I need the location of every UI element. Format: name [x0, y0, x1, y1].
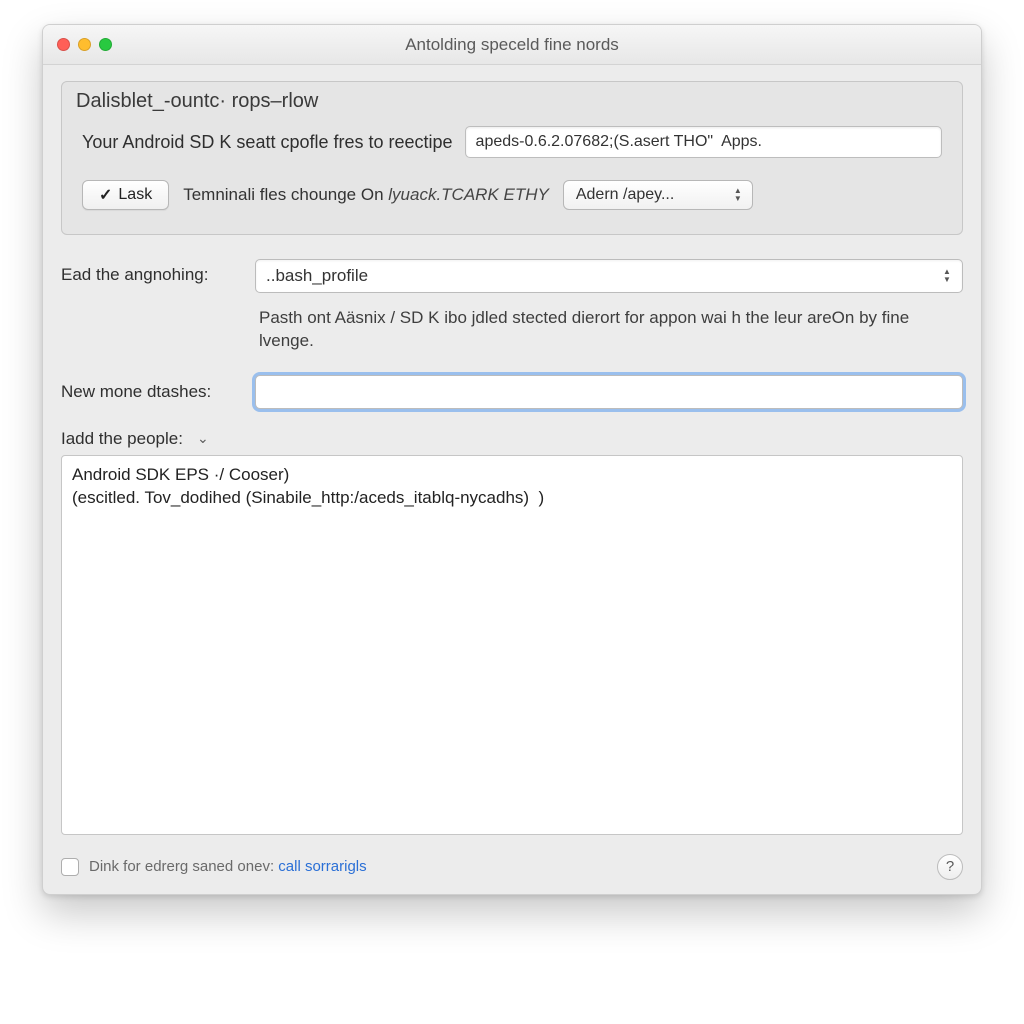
help-icon: ?	[946, 858, 954, 875]
settings-group: Dalisblet_-ountc· rops–rlow Your Android…	[61, 81, 963, 235]
sdk-row: Your Android SD K seatt cpofle fres to r…	[82, 126, 942, 158]
footer: Dink for edrerg saned onev: call sorrari…	[61, 840, 963, 880]
zoom-icon[interactable]	[99, 38, 112, 51]
ead-input[interactable]	[255, 259, 963, 293]
terminal-text-mono: lyuack.TCARK ETHY	[388, 185, 549, 204]
footer-text: Dink for edrerg saned onev: call sorrari…	[89, 858, 367, 875]
stepper-arrows-icon: ▲▼	[730, 185, 746, 205]
new-row: New mone dtashes:	[61, 375, 963, 409]
ead-combo[interactable]: ▲▼	[255, 259, 963, 293]
helper-row: Pasth ont Aäsnix / SD K ibo jdled stecte…	[61, 301, 963, 367]
stepper-arrows-icon: ▲▼	[939, 266, 955, 286]
disclosure-row: Iadd the people: ⌄	[61, 429, 963, 449]
disclosure-label: Iadd the people:	[61, 429, 183, 449]
help-button[interactable]: ?	[937, 854, 963, 880]
titlebar: Antolding speceld fine nords	[43, 25, 981, 65]
group-legend: Dalisblet_-ountc· rops–rlow	[76, 90, 318, 113]
footer-checkbox[interactable]	[61, 858, 79, 876]
terminal-text-plain: Temninali fles chounge On	[183, 185, 388, 204]
close-icon[interactable]	[57, 38, 70, 51]
dialog-window: Antolding speceld fine nords Dalisblet_-…	[42, 24, 982, 895]
minimize-icon[interactable]	[78, 38, 91, 51]
new-label: New mone dtashes:	[61, 382, 245, 402]
chevron-down-icon[interactable]: ⌄	[197, 430, 209, 447]
footer-text-prefix: Dink for edrerg saned onev:	[89, 858, 278, 875]
output-textarea[interactable]	[61, 455, 963, 835]
ead-row: Ead the angnohing: ▲▼	[61, 259, 963, 293]
new-input[interactable]	[255, 375, 963, 409]
lask-button[interactable]: ✓ Lask	[82, 180, 169, 210]
helper-spacer	[61, 301, 245, 307]
adem-select[interactable]: Adern /apey... ▲▼	[563, 180, 753, 210]
helper-text: Pasth ont Aäsnix / SD K ibo jdled stecte…	[255, 301, 963, 367]
adem-select-value: Adern /apey...	[576, 186, 674, 204]
traffic-lights	[43, 38, 112, 51]
terminal-row: ✓ Lask Temninali fles chounge On lyuack.…	[82, 180, 942, 210]
ead-label: Ead the angnohing:	[61, 259, 245, 285]
lask-button-label: Lask	[118, 186, 152, 204]
footer-link[interactable]: call sorrarigls	[278, 858, 366, 875]
window-title: Antolding speceld fine nords	[43, 35, 981, 55]
sdk-path-label: Your Android SD K seatt cpofle fres to r…	[82, 132, 453, 153]
terminal-text: Temninali fles chounge On lyuack.TCARK E…	[183, 185, 549, 205]
dialog-content: Dalisblet_-ountc· rops–rlow Your Android…	[43, 65, 981, 894]
check-icon: ✓	[99, 185, 112, 205]
sdk-path-input[interactable]	[465, 126, 942, 158]
